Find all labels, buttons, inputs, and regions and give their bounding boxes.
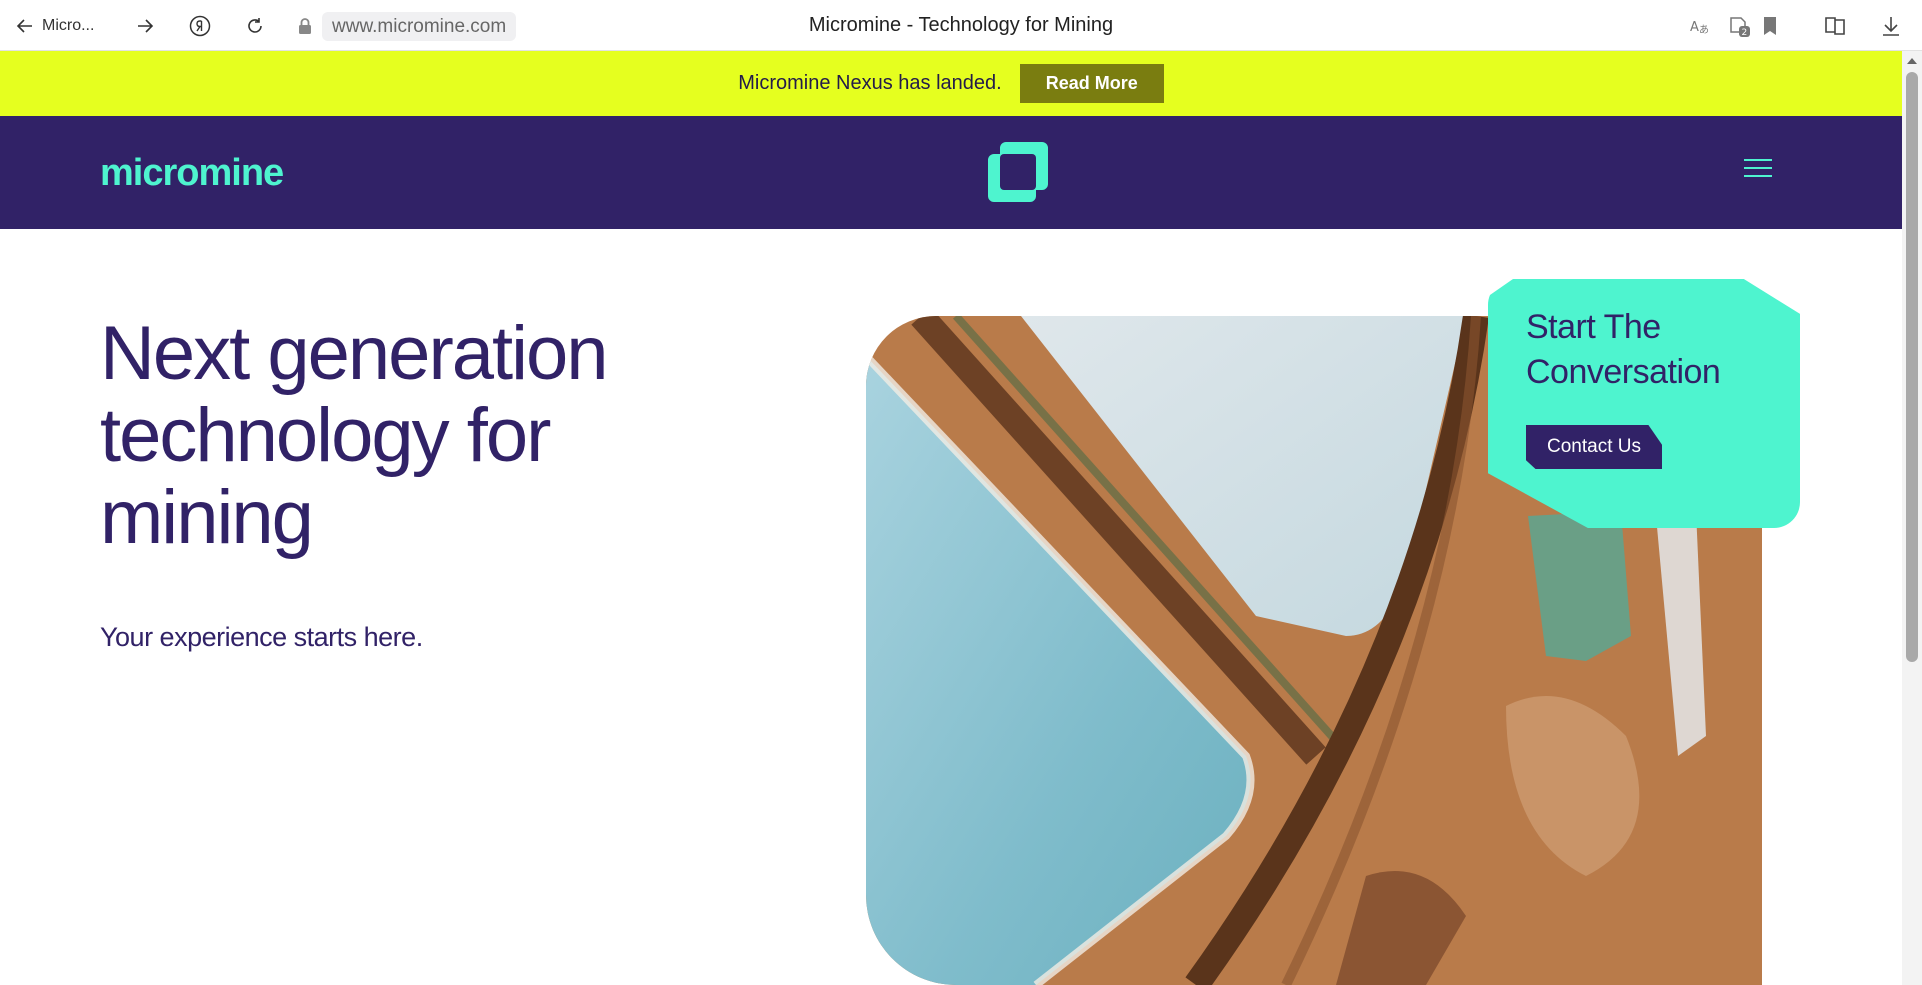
read-more-button[interactable]: Read More [1019,64,1164,103]
translate-button[interactable]: Aあ [1685,12,1715,40]
site-header: micromine [0,116,1902,229]
menu-line [1744,159,1772,161]
browser-toolbar: Micro... www.micromine.com Micromine - T… [0,0,1922,51]
lock-icon [299,18,311,34]
micromine-logo[interactable]: micromine [100,152,284,195]
scrollbar-thumb[interactable] [1906,72,1918,662]
collections-button[interactable] [1820,12,1850,40]
page-title: Micromine - Technology for Mining [808,14,1114,36]
yandex-button[interactable] [185,12,215,40]
announcement-text: Micromine Nexus has landed. [738,72,1002,94]
address-bar[interactable]: www.micromine.com [322,12,517,41]
conversation-title: Start The Conversation [1526,308,1721,391]
micromine-mark-icon[interactable] [986,140,1050,204]
arrow-right-icon [138,19,154,33]
menu-line [1744,167,1772,169]
back-button[interactable]: Micro... [16,12,116,40]
tab-count: 2 [1742,28,1748,38]
reload-button[interactable] [240,12,270,40]
collections-icon [1825,17,1845,35]
downloads-button[interactable] [1876,12,1906,40]
back-label: Micro... [42,17,95,34]
svg-text:あ: あ [1699,24,1709,36]
yandex-icon [189,15,211,37]
svg-text:A: A [1690,20,1699,35]
site-info-button[interactable] [290,12,320,40]
bookmark-button[interactable] [1755,12,1785,40]
download-icon [1883,17,1899,36]
announcement-bar: Micromine Nexus has landed. Read More [0,51,1902,116]
reload-icon [248,18,262,33]
tabs-button[interactable]: 2 [1725,12,1755,40]
tabs-shield-icon: 2 [1730,17,1750,38]
url-text: www.micromine.com [332,15,507,37]
hero-title: Next generation technology for mining [100,311,609,560]
arrow-left-icon [16,19,32,33]
scroll-up-arrow-icon[interactable] [1906,56,1918,66]
forward-button[interactable] [130,12,160,40]
contact-us-button[interactable]: Contact Us [1526,425,1662,469]
hero-subtitle: Your experience starts here. [100,622,423,652]
menu-line [1744,175,1772,177]
menu-button[interactable] [1744,156,1772,180]
conversation-card: Start The Conversation Contact Us [1488,279,1800,528]
translate-icon: Aあ [1690,20,1709,36]
bookmark-icon [1764,17,1776,35]
